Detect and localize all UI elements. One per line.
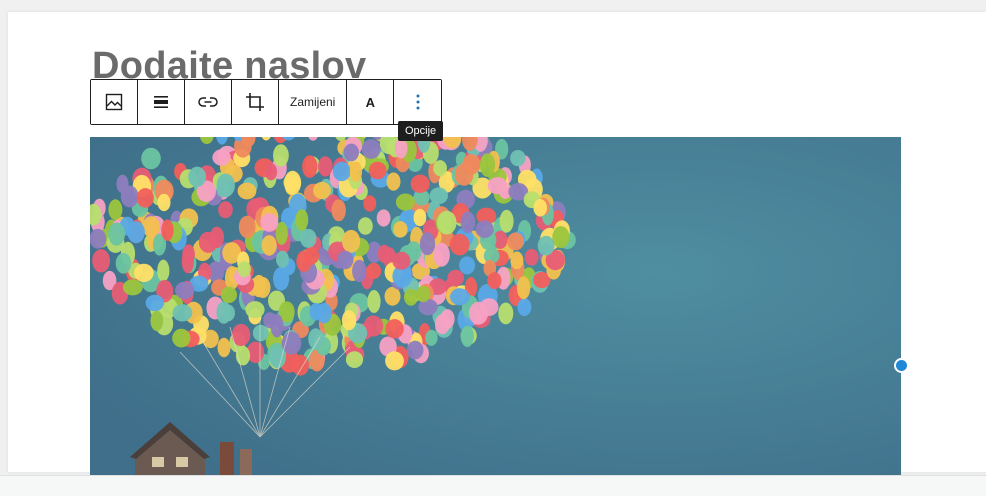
options-tooltip: Opcije	[398, 121, 444, 141]
crop-icon	[245, 92, 265, 112]
balloons-house-image	[90, 137, 901, 475]
options-button[interactable]	[394, 80, 442, 124]
text-overlay-button[interactable]: A	[347, 80, 395, 124]
block-toolbar: Zamijeni A	[90, 79, 443, 125]
bottom-area	[0, 475, 986, 496]
resize-handle[interactable]	[894, 358, 909, 373]
change-block-type-button[interactable]	[91, 80, 138, 124]
crop-button[interactable]	[232, 80, 279, 124]
vertical-ellipsis-icon	[416, 94, 420, 110]
replace-button[interactable]: Zamijeni	[279, 80, 348, 124]
align-justify-icon	[152, 93, 170, 111]
align-button[interactable]	[138, 80, 185, 124]
link-icon	[198, 95, 218, 109]
image-icon	[105, 93, 123, 111]
image-block[interactable]	[90, 137, 901, 475]
insert-link-button[interactable]	[185, 80, 232, 124]
